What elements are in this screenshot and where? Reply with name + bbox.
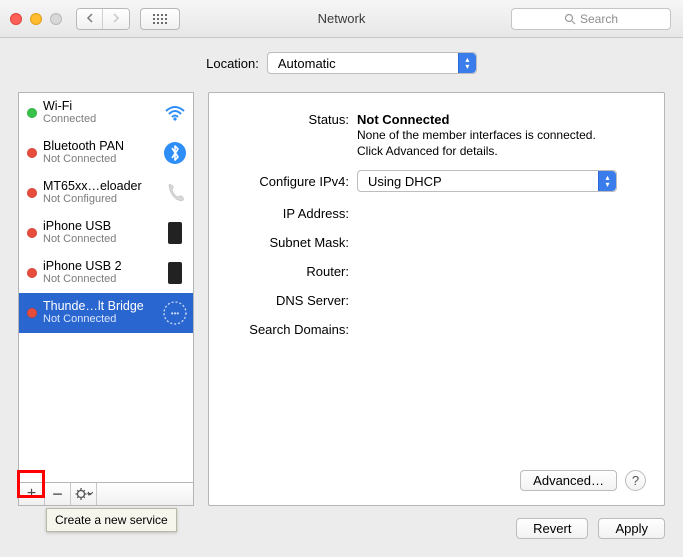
serial-phone-icon [163, 181, 187, 205]
back-button[interactable] [77, 9, 103, 29]
grid-icon [153, 14, 167, 24]
status-row: Status: Not Connected None of the member… [219, 109, 646, 159]
service-status: Not Connected [43, 233, 157, 246]
service-status: Connected [43, 113, 157, 126]
status-subtext-1: None of the member interfaces is connect… [357, 127, 646, 143]
toolbar-spacer [97, 483, 193, 505]
service-status: Not Configured [43, 193, 157, 206]
service-list[interactable]: Wi-Fi Connected [19, 93, 193, 482]
apply-button[interactable]: Apply [598, 518, 665, 539]
subnet-value [357, 232, 646, 235]
detail-panel: Status: Not Connected None of the member… [208, 92, 665, 506]
dns-row: DNS Server: [219, 290, 646, 308]
ip-row: IP Address: [219, 203, 646, 221]
status-dot [27, 228, 37, 238]
search-input[interactable]: Search [511, 8, 671, 30]
service-name: Thunde…lt Bridge [43, 299, 157, 313]
status-dot [27, 148, 37, 158]
service-item-wifi[interactable]: Wi-Fi Connected [19, 93, 193, 133]
configure-label: Configure IPv4: [219, 174, 349, 189]
status-subtext-2: Click Advanced for details. [357, 143, 646, 159]
ip-label: IP Address: [219, 203, 349, 221]
advanced-button[interactable]: Advanced… [520, 470, 617, 491]
service-sidebar: Wi-Fi Connected [18, 92, 194, 483]
titlebar: Network Search [0, 0, 683, 38]
status-dot [27, 268, 37, 278]
service-item-iphone-usb-2[interactable]: iPhone USB 2 Not Connected [19, 253, 193, 293]
router-row: Router: [219, 261, 646, 279]
configure-ipv4-select[interactable]: Using DHCP ▴▾ [357, 170, 617, 192]
service-name: iPhone USB [43, 219, 157, 233]
thunderbolt-icon: ••• [163, 301, 187, 325]
search-domains-row: Search Domains: [219, 319, 646, 337]
service-name: MT65xx…eloader [43, 179, 157, 193]
subnet-label: Subnet Mask: [219, 232, 349, 250]
ip-value [357, 203, 646, 206]
sidebar-column: Wi-Fi Connected [18, 92, 194, 506]
dns-value [357, 290, 646, 293]
help-button[interactable]: ? [625, 470, 646, 491]
service-actions-button[interactable] [71, 483, 97, 505]
service-item-mt65xx[interactable]: MT65xx…eloader Not Configured [19, 173, 193, 213]
location-row: Location: Automatic ▴▾ [18, 52, 665, 74]
search-domains-value [357, 319, 646, 322]
minimize-window-button[interactable] [30, 13, 42, 25]
status-dot [27, 308, 37, 318]
zoom-window-button[interactable] [50, 13, 62, 25]
dropdown-stepper-icon: ▴▾ [598, 171, 616, 191]
forward-button[interactable] [103, 9, 129, 29]
router-label: Router: [219, 261, 349, 279]
service-status: Not Connected [43, 273, 157, 286]
service-status: Not Connected [43, 153, 157, 166]
service-item-iphone-usb[interactable]: iPhone USB Not Connected [19, 213, 193, 253]
search-domains-label: Search Domains: [219, 319, 349, 337]
wifi-icon [163, 101, 187, 125]
dns-label: DNS Server: [219, 290, 349, 308]
location-select[interactable]: Automatic ▴▾ [267, 52, 477, 74]
dropdown-stepper-icon: ▴▾ [458, 53, 476, 73]
add-service-button[interactable]: + [19, 483, 45, 505]
main-row: Wi-Fi Connected [18, 92, 665, 506]
phone-icon [163, 221, 187, 245]
nav-back-forward [76, 8, 130, 30]
service-name: Bluetooth PAN [43, 139, 157, 153]
status-value: Not Connected [357, 112, 646, 127]
detail-footer: Advanced… ? [219, 470, 646, 491]
remove-service-button[interactable]: − [45, 483, 71, 505]
status-dot [27, 188, 37, 198]
location-value: Automatic [278, 56, 336, 71]
traffic-lights [10, 13, 62, 25]
bluetooth-icon [163, 141, 187, 165]
service-item-bluetooth[interactable]: Bluetooth PAN Not Connected [19, 133, 193, 173]
service-status: Not Connected [43, 313, 157, 326]
location-label: Location: [206, 56, 259, 71]
revert-button[interactable]: Revert [516, 518, 588, 539]
router-value [357, 261, 646, 264]
tooltip-add-service: Create a new service [46, 508, 177, 532]
gear-icon [75, 487, 93, 501]
close-window-button[interactable] [10, 13, 22, 25]
content-area: Location: Automatic ▴▾ Wi-Fi Connected [0, 38, 683, 557]
show-all-button[interactable] [140, 8, 180, 30]
configure-value: Using DHCP [368, 174, 442, 189]
service-name: Wi-Fi [43, 99, 157, 113]
configure-row: Configure IPv4: Using DHCP ▴▾ [219, 170, 646, 192]
search-placeholder: Search [580, 12, 618, 26]
sidebar-tools: + − [18, 483, 194, 506]
svg-text:•••: ••• [171, 309, 180, 318]
service-name: iPhone USB 2 [43, 259, 157, 273]
status-dot [27, 108, 37, 118]
service-item-thunderbolt-bridge[interactable]: Thunde…lt Bridge Not Connected ••• [19, 293, 193, 333]
phone-icon [163, 261, 187, 285]
status-label: Status: [219, 109, 349, 127]
subnet-row: Subnet Mask: [219, 232, 646, 250]
search-icon [564, 13, 576, 25]
